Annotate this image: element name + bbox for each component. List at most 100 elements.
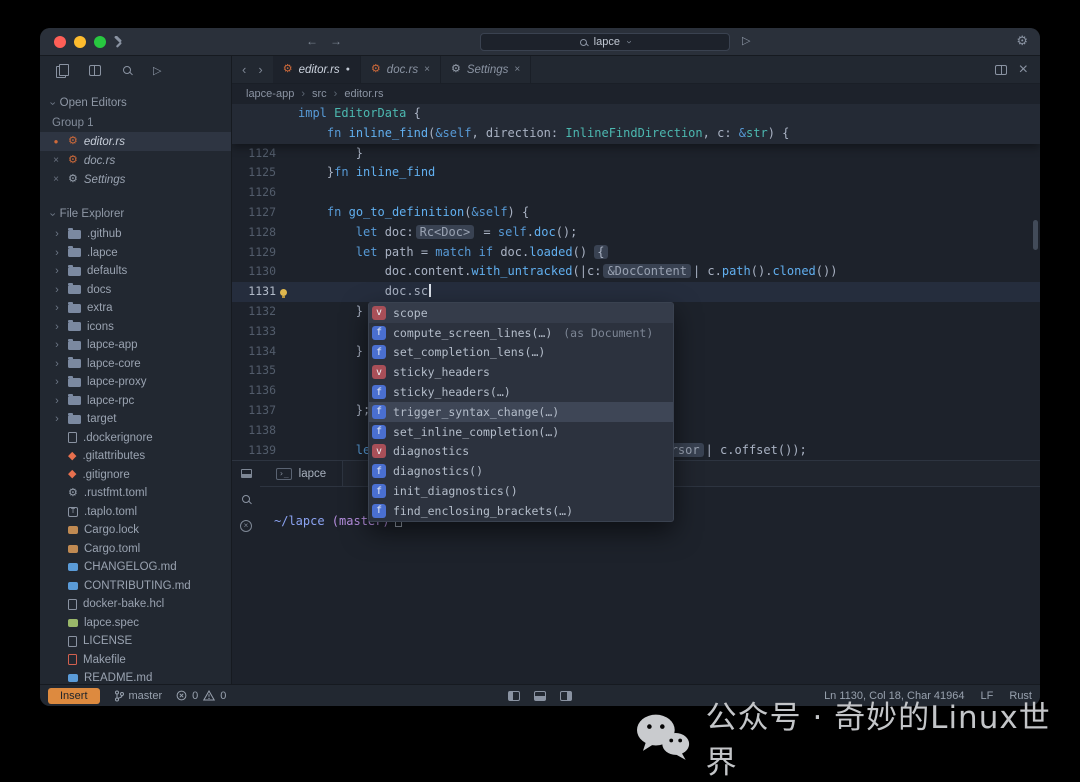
tab-editor.rs[interactable]: ⚙editor.rs● xyxy=(273,56,361,83)
code-action-lightbulb-icon[interactable] xyxy=(280,289,287,296)
tab-close-icon[interactable]: × xyxy=(514,65,520,75)
code-line[interactable]: 1128 let doc:Rc<Doc> = self.doc(); xyxy=(232,223,1040,243)
code-line[interactable]: 1125 }fn inline_find xyxy=(232,163,1040,183)
breadcrumb-item[interactable]: src xyxy=(312,88,327,100)
customize-hammer-icon[interactable] xyxy=(112,36,125,54)
file-explorer-header[interactable]: › File Explorer xyxy=(40,203,231,225)
diagnostics-indicator[interactable]: 0 0 xyxy=(176,690,226,702)
folder-chevron-icon: › xyxy=(52,228,62,240)
mode-indicator[interactable]: Insert xyxy=(48,688,100,704)
split-editor-icon[interactable] xyxy=(995,65,1007,75)
modified-dot[interactable]: ● xyxy=(346,66,350,73)
explorer-item-label: extra xyxy=(87,302,113,314)
explorer-item[interactable]: ›.lapce xyxy=(40,244,231,263)
files-panel-icon[interactable] xyxy=(56,64,67,76)
completion-item[interactable]: vdiagnostics xyxy=(369,442,673,462)
nav-back-icon[interactable]: ← xyxy=(304,34,320,48)
completion-item[interactable]: ftrigger_syntax_change(…) xyxy=(369,402,673,422)
code-line[interactable]: 1127 fn go_to_definition(&self) { xyxy=(232,203,1040,223)
explorer-item[interactable]: ›lapce-core xyxy=(40,355,231,374)
explorer-item[interactable]: ›extra xyxy=(40,299,231,318)
command-palette-search[interactable]: lapce › xyxy=(480,33,730,51)
explorer-item[interactable]: README.md xyxy=(40,669,231,684)
explorer-item[interactable]: .dockerignore xyxy=(40,429,231,448)
completion-item[interactable]: finit_diagnostics() xyxy=(369,481,673,501)
open-editor-item[interactable]: ×⚙Settings xyxy=(40,170,231,189)
code-line[interactable]: 1126 xyxy=(232,183,1040,203)
close-window-button[interactable] xyxy=(54,36,66,48)
explorer-item[interactable]: ◆.gitattributes xyxy=(40,447,231,466)
tab-Settings[interactable]: ⚙Settings× xyxy=(441,56,531,83)
explorer-item[interactable]: lapce.spec xyxy=(40,614,231,633)
completion-item[interactable]: fset_completion_lens(…) xyxy=(369,343,673,363)
breadcrumb-item[interactable]: lapce-app xyxy=(246,88,294,100)
explorer-item[interactable]: docker-bake.hcl xyxy=(40,595,231,614)
completion-detail: (as Document) xyxy=(563,326,653,340)
error-count: 0 xyxy=(192,690,198,702)
gear-icon: ⚙ xyxy=(451,64,461,75)
nav-forward-icon[interactable]: → xyxy=(328,34,344,48)
explorer-item[interactable]: ◆.gitignore xyxy=(40,466,231,485)
explorer-item[interactable]: Cargo.toml xyxy=(40,540,231,559)
tab-doc.rs[interactable]: ⚙doc.rs× xyxy=(361,56,441,83)
function-kind-icon: f xyxy=(372,405,386,419)
tabs-back-icon[interactable]: ‹ xyxy=(242,62,246,77)
explorer-item[interactable]: ›defaults xyxy=(40,262,231,281)
completion-item[interactable]: fset_inline_completion(…) xyxy=(369,422,673,442)
completion-item[interactable]: vscope xyxy=(369,303,673,323)
explorer-item[interactable]: CHANGELOG.md xyxy=(40,558,231,577)
tabs-forward-icon[interactable]: › xyxy=(258,62,262,77)
terminal-tab[interactable]: ›_ lapce xyxy=(260,461,343,486)
completion-item[interactable]: fcompute_screen_lines(…)(as Document) xyxy=(369,323,673,343)
code-line[interactable]: 1130 doc.content.with_untracked(|c:&DocC… xyxy=(232,262,1040,282)
toggle-right-panel-icon[interactable] xyxy=(560,691,572,701)
close-icon[interactable]: × xyxy=(50,156,62,166)
open-editors-header[interactable]: › Open Editors xyxy=(40,92,231,114)
close-icon[interactable]: × xyxy=(50,175,62,185)
completion-item[interactable]: vsticky_headers xyxy=(369,362,673,382)
explorer-item[interactable]: CONTRIBUTING.md xyxy=(40,577,231,596)
explorer-item[interactable]: LICENSE xyxy=(40,632,231,651)
explorer-item[interactable]: T.taplo.toml xyxy=(40,503,231,522)
explorer-item[interactable]: ⚙.rustfmt.toml xyxy=(40,484,231,503)
breadcrumb-item[interactable]: editor.rs xyxy=(344,88,383,100)
settings-gear-icon[interactable]: ⚙ xyxy=(1016,34,1028,47)
line-number: 1128 xyxy=(232,223,276,243)
debug-panel-icon[interactable]: ▷ xyxy=(153,64,161,77)
modified-dot[interactable]: ● xyxy=(50,138,62,146)
panel-dock-icon[interactable] xyxy=(241,469,252,478)
explorer-item[interactable]: Cargo.lock xyxy=(40,521,231,540)
open-editor-item[interactable]: ×⚙doc.rs xyxy=(40,151,231,170)
toggle-bottom-panel-icon[interactable] xyxy=(534,691,546,701)
run-icon[interactable]: ▷ xyxy=(742,34,750,47)
branch-indicator[interactable]: master xyxy=(114,690,163,702)
panel-close-icon[interactable]: × xyxy=(240,520,252,532)
explorer-item[interactable]: ›docs xyxy=(40,281,231,300)
panel-search-icon[interactable] xyxy=(242,495,250,503)
layout-panel-icon[interactable] xyxy=(89,65,101,76)
toggle-left-panel-icon[interactable] xyxy=(508,691,520,701)
code-line[interactable]: 1131 doc.sc xyxy=(232,282,1040,302)
explorer-item[interactable]: ›lapce-rpc xyxy=(40,392,231,411)
line-number: 1133 xyxy=(232,322,276,342)
explorer-item[interactable]: ›.github xyxy=(40,225,231,244)
explorer-item[interactable]: Makefile xyxy=(40,651,231,670)
explorer-item[interactable]: ›target xyxy=(40,410,231,429)
folder-icon xyxy=(68,359,81,368)
code-line[interactable]: 1124 } xyxy=(232,144,1040,164)
tab-close-icon[interactable]: × xyxy=(424,65,430,75)
explorer-item[interactable]: ›icons xyxy=(40,318,231,337)
completion-item[interactable]: ffind_enclosing_brackets(…) xyxy=(369,501,673,521)
explorer-item[interactable]: ›lapce-app xyxy=(40,336,231,355)
search-panel-icon[interactable] xyxy=(123,66,131,74)
close-editor-icon[interactable]: × xyxy=(1019,61,1028,79)
open-editor-item[interactable]: ●⚙editor.rs xyxy=(40,132,231,151)
completion-item[interactable]: fdiagnostics() xyxy=(369,461,673,481)
explorer-item-label: lapce-proxy xyxy=(87,376,146,388)
code-line[interactable]: 1129 let path = match if doc.loaded() { xyxy=(232,243,1040,263)
scrollbar-thumb[interactable] xyxy=(1033,220,1038,250)
zoom-window-button[interactable] xyxy=(94,36,106,48)
completion-item[interactable]: fsticky_headers(…) xyxy=(369,382,673,402)
explorer-item[interactable]: ›lapce-proxy xyxy=(40,373,231,392)
minimize-window-button[interactable] xyxy=(74,36,86,48)
